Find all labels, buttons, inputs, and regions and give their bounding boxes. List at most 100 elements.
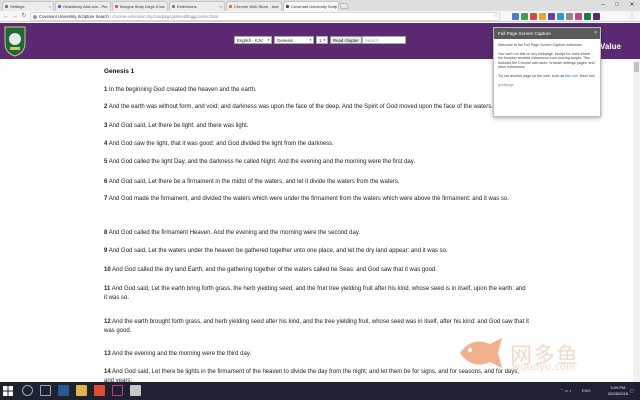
extension-8-icon[interactable] — [575, 13, 582, 20]
taskbar-app-2-icon[interactable] — [112, 385, 123, 396]
version-select[interactable]: English - KJV ▼ — [234, 36, 272, 44]
verse: 9 And God said, Let the waters under the… — [104, 247, 529, 256]
verse-text: And God said, Let there be a firmament i… — [108, 179, 400, 185]
read-chapter-button[interactable]: Read chapter — [330, 36, 362, 44]
settings-favicon-icon — [5, 5, 8, 8]
tab-settings[interactable]: Settings × — [2, 1, 54, 11]
tab-extensions[interactable]: Extensions × — [169, 1, 225, 11]
forward-arrow-icon[interactable]: → — [11, 12, 19, 20]
covenant-favicon-icon — [286, 5, 289, 8]
verse-number: 9 — [104, 248, 108, 254]
tab-webstore[interactable]: Chrome Web Store - tocl × — [226, 1, 282, 11]
tab-covenant[interactable]: Covenant University Scrip × — [283, 1, 339, 11]
verse: 7 And God made the firmament, and divide… — [104, 195, 529, 204]
windows-taskbar: ⌃ ▭ ◐ ENG 5:09 PM 02/08/2018 ▢ — [0, 382, 640, 400]
windows-start-icon[interactable] — [3, 386, 13, 396]
chevron-down-icon: ▼ — [267, 38, 270, 42]
clock-date: 02/08/2018 — [607, 390, 628, 396]
verse: 11 And God said, Let the earth bring for… — [104, 285, 529, 302]
verse-text: And God saw the light, that it was good:… — [108, 141, 334, 147]
popup-close-icon[interactable]: × — [594, 28, 597, 39]
popup-try-prefix: Try out another page on the web, such as — [498, 73, 565, 78]
scrollbar-thumb[interactable] — [634, 62, 639, 72]
tab-close-icon[interactable]: × — [106, 2, 108, 11]
verse-number: 1 — [104, 87, 108, 93]
verse-text: And God called the light Day, and the da… — [108, 159, 415, 165]
tab-strip: Settings × Obsidianry Add-ons - Pu × Bon… — [0, 0, 640, 11]
popup-footer[interactable]: gofullpage — [494, 83, 600, 88]
tab-bongos[interactable]: Bongos Stray Dogs Chro × — [112, 1, 168, 11]
search-input[interactable]: Search — [362, 36, 406, 44]
maximize-button[interactable]: □ — [610, 0, 624, 11]
address-bar[interactable]: Covenant University Scripture Search | c… — [30, 12, 500, 21]
verse-text: And the evening and the morning were the… — [112, 351, 252, 357]
file-explorer-icon[interactable] — [76, 385, 87, 396]
extension-9-icon[interactable] — [584, 13, 591, 20]
back-arrow-icon[interactable]: ← — [2, 12, 10, 20]
extension-1-icon[interactable] — [512, 13, 519, 20]
webstore-favicon-icon — [229, 5, 232, 8]
verse-text: And God called the firmament Heaven. And… — [108, 230, 361, 236]
fullpage-capture-popup: Full Page Screen Capture × Welcome to th… — [493, 27, 601, 117]
extension-5-icon[interactable] — [548, 13, 555, 20]
clock-time: 5:09 PM — [610, 385, 626, 390]
popup-header: Full Page Screen Capture × — [494, 28, 600, 39]
verse-number: 12 — [104, 319, 111, 325]
extension-4-icon[interactable] — [539, 13, 546, 20]
browser-menu-icon[interactable]: ⋮ — [628, 12, 636, 20]
tab-close-icon[interactable]: × — [220, 2, 222, 11]
chevron-down-icon: ▼ — [323, 38, 326, 42]
bookmark-star-icon[interactable]: ☆ — [492, 12, 500, 20]
system-tray-icons[interactable]: ⌃ ▭ ◐ — [560, 388, 572, 393]
book-select[interactable]: Genesis ▼ — [274, 36, 314, 44]
version-select-value: English - KJV — [237, 38, 263, 43]
verse: 3 And God said, Let there be light: and … — [104, 122, 529, 131]
taskbar-clock[interactable]: 5:09 PM 02/08/2018 — [608, 385, 628, 396]
page-info-icon[interactable] — [33, 15, 37, 19]
verse-text: And the earth was without form, and void… — [108, 104, 493, 110]
tab-close-icon[interactable]: × — [334, 2, 336, 11]
verse: 1 In the beginning God created the heave… — [104, 86, 529, 95]
verse-number: 11 — [104, 286, 111, 292]
taskbar-app-1-icon[interactable] — [58, 385, 69, 396]
extension-3-icon[interactable] — [530, 13, 537, 20]
chapter-select[interactable]: 1 ▼ — [316, 36, 328, 44]
extension-2-icon[interactable] — [521, 13, 528, 20]
popup-body-text: You can't run this on any webpage, excep… — [498, 51, 595, 70]
verse-number: 5 — [104, 159, 108, 165]
header-value-text: Value — [600, 42, 621, 51]
tab-close-icon[interactable]: × — [277, 2, 279, 11]
verse-text: And God said, Let the earth bring forth … — [104, 286, 526, 301]
browser-toolbar: ← → ↻ Covenant University Scripture Sear… — [0, 11, 640, 22]
extension-7-icon[interactable] — [566, 13, 573, 20]
fullpage-capture-extension-icon[interactable] — [593, 13, 600, 20]
popup-try-suffix: . Have fun! — [577, 73, 596, 78]
verse-number: 6 — [104, 179, 108, 185]
chrome-taskbar-icon[interactable] — [94, 385, 105, 396]
page-scrollbar[interactable] — [633, 60, 640, 382]
search-icon[interactable] — [22, 385, 33, 396]
verse-number: 7 — [104, 196, 108, 202]
task-view-icon[interactable] — [40, 385, 51, 396]
close-window-button[interactable]: ✕ — [625, 0, 639, 11]
reload-icon[interactable]: ↻ — [20, 12, 28, 20]
chapter-title: Genesis 1 — [104, 68, 135, 75]
chevron-down-icon: ▼ — [309, 38, 312, 42]
verse: 12 And the earth brought forth grass, an… — [104, 318, 529, 335]
book-select-value: Genesis — [277, 38, 293, 43]
language-indicator[interactable]: ENG — [582, 388, 591, 393]
taskbar-app-3-icon[interactable] — [130, 385, 141, 396]
verse-number: 4 — [104, 141, 108, 147]
verse: 4 And God saw the light, that it was goo… — [104, 140, 529, 149]
new-tab-button[interactable] — [338, 3, 350, 9]
extension-6-icon[interactable] — [557, 13, 564, 20]
addons-favicon-icon — [58, 5, 61, 8]
address-site: Covenant University Scripture Search — [39, 14, 109, 19]
tab-close-icon[interactable]: × — [49, 2, 51, 11]
notification-icon[interactable]: ▢ — [630, 388, 634, 393]
covenant-university-logo-icon — [4, 26, 26, 57]
minimize-button[interactable]: – — [596, 0, 610, 11]
tab-addons[interactable]: Obsidianry Add-ons - Pu × — [55, 1, 111, 11]
popup-try-link[interactable]: this one — [565, 74, 578, 78]
tab-close-icon[interactable]: × — [163, 2, 165, 11]
